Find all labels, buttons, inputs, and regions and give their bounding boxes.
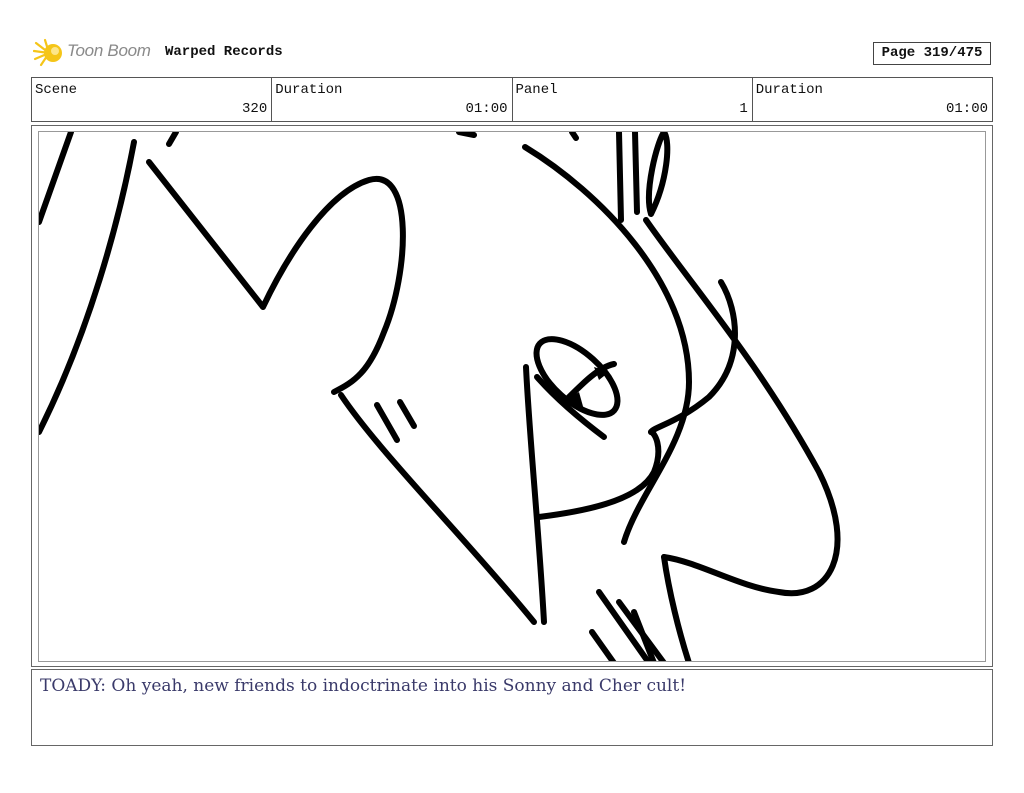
project-title: Warped Records: [165, 44, 283, 60]
dialog-text: TOADY: Oh yeah, new friends to indoctrin…: [40, 676, 687, 696]
scene-label: Scene: [35, 82, 78, 98]
sun-burst-icon: [33, 38, 62, 67]
toon-boom-logo: Toon Boom: [33, 37, 157, 69]
scene-cell: Scene 320: [32, 78, 273, 121]
scene-duration-cell: Duration 01:00: [272, 78, 513, 121]
scene-duration-value: 01:00: [465, 101, 508, 117]
dialog-box: TOADY: Oh yeah, new friends to indoctrin…: [31, 669, 993, 746]
scene-info-bar: Scene 320 Duration 01:00 Panel 1 Duratio…: [31, 77, 993, 122]
page-counter: Page 319/475: [873, 42, 991, 65]
panel-value: 1: [739, 101, 748, 117]
scene-duration-label: Duration: [275, 82, 343, 98]
logo-text: Toon Boom: [67, 41, 151, 60]
storyboard-drawing: [38, 131, 986, 662]
panel-duration-value: 01:00: [945, 101, 988, 117]
panel-duration-label: Duration: [755, 82, 823, 98]
sketch-art: [39, 132, 841, 661]
panel-label: Panel: [515, 82, 558, 98]
panel-cell: Panel 1: [513, 78, 753, 121]
panel-duration-cell: Duration 01:00: [753, 78, 992, 121]
scene-value: 320: [242, 101, 268, 117]
